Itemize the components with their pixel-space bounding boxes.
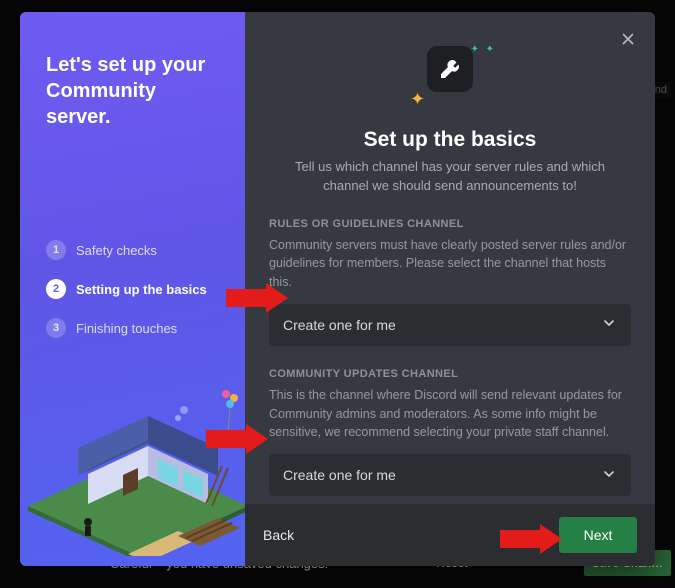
select-value: Create one for me <box>283 317 396 333</box>
close-button[interactable] <box>619 30 637 53</box>
section-label: COMMUNITY UPDATES CHANNEL <box>269 368 631 380</box>
wrench-icon <box>438 57 462 81</box>
modal-heading: Set up the basics <box>245 128 655 152</box>
rules-channel-section: RULES OR GUIDELINES CHANNEL Community se… <box>245 218 655 346</box>
updates-channel-select[interactable]: Create one for me <box>269 454 631 496</box>
setup-steps: 1 Safety checks 2 Setting up the basics … <box>46 240 219 338</box>
step-safety-checks[interactable]: 1 Safety checks <box>46 240 219 260</box>
sidebar-title: Let's set up your Community server. <box>46 52 219 130</box>
chevron-down-icon <box>601 315 617 334</box>
next-button[interactable]: Next <box>559 517 637 553</box>
step-number: 3 <box>46 318 66 338</box>
select-value: Create one for me <box>283 467 396 483</box>
step-number: 2 <box>46 279 66 299</box>
step-label: Finishing touches <box>76 321 177 336</box>
updates-channel-section: COMMUNITY UPDATES CHANNEL This is the ch… <box>245 368 655 496</box>
modal-main: ✦ ✦ ✦ Set up the basics Tell us which ch… <box>245 12 655 566</box>
sidebar-illustration <box>28 386 245 556</box>
step-label: Safety checks <box>76 243 157 258</box>
chevron-down-icon <box>601 466 617 485</box>
step-number: 1 <box>46 240 66 260</box>
step-setting-up-basics[interactable]: 2 Setting up the basics <box>46 279 219 299</box>
modal-footer: Back Next <box>245 504 655 566</box>
section-label: RULES OR GUIDELINES CHANNEL <box>269 218 631 230</box>
community-setup-modal: Let's set up your Community server. 1 Sa… <box>20 12 655 566</box>
section-description: This is the channel where Discord will s… <box>269 386 631 442</box>
section-description: Community servers must have clearly post… <box>269 236 631 292</box>
header-icon-group: ✦ ✦ ✦ <box>400 46 500 116</box>
step-finishing-touches[interactable]: 3 Finishing touches <box>46 318 219 338</box>
rules-channel-select[interactable]: Create one for me <box>269 304 631 346</box>
close-icon <box>619 30 637 48</box>
modal-subtitle: Tell us which channel has your server ru… <box>245 152 655 196</box>
back-button[interactable]: Back <box>263 527 294 543</box>
wrench-tile <box>427 46 473 92</box>
sparkle-icon: ✦ <box>410 89 425 110</box>
sparkle-icon: ✦ ✦ <box>470 44 496 55</box>
setup-sidebar: Let's set up your Community server. 1 Sa… <box>20 12 245 566</box>
step-label: Setting up the basics <box>76 282 207 297</box>
